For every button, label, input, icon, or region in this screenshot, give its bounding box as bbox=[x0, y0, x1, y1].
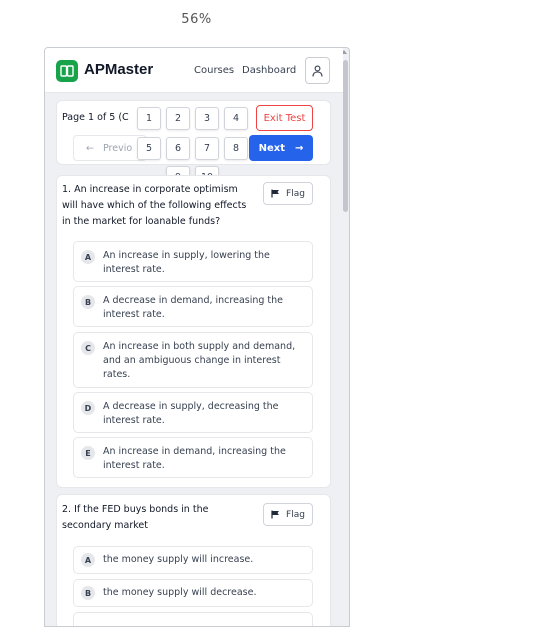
option-q1-a[interactable]: A An increase in supply, lowering the in… bbox=[73, 241, 313, 282]
option-letter: A bbox=[81, 553, 95, 567]
user-menu-button[interactable] bbox=[305, 57, 330, 84]
brand-name[interactable]: APMaster bbox=[84, 61, 153, 78]
next-button[interactable]: Next → bbox=[249, 135, 313, 161]
option-q1-d[interactable]: D A decrease in supply, decreasing the i… bbox=[73, 392, 313, 433]
option-letter: A bbox=[81, 250, 95, 264]
option-q1-e[interactable]: E An increase in demand, increasing the … bbox=[73, 437, 313, 478]
app-header: APMaster Courses Dashboard bbox=[45, 48, 343, 93]
option-letter: E bbox=[81, 446, 95, 460]
flag-icon bbox=[271, 189, 280, 198]
option-text: An increase in both supply and demand, a… bbox=[103, 341, 296, 380]
flag-icon bbox=[271, 510, 280, 519]
page-button-1[interactable]: 1 bbox=[137, 107, 161, 130]
option-letter: B bbox=[81, 295, 95, 309]
page-button-8[interactable]: 8 bbox=[224, 137, 248, 160]
option-text: An increase in supply, lowering the inte… bbox=[103, 250, 270, 275]
arrow-left-icon: ← bbox=[86, 142, 94, 154]
flag-label: Flag bbox=[286, 188, 305, 199]
browser-viewport: APMaster Courses Dashboard Page 1 of 5 (… bbox=[44, 47, 350, 627]
option-letter: D bbox=[81, 401, 95, 415]
user-icon bbox=[312, 65, 323, 77]
question-text-1: 1. An increase in corporate optimism wil… bbox=[62, 184, 247, 227]
option-text: the money supply will decrease. bbox=[103, 587, 257, 598]
flag-button-q2[interactable]: Flag bbox=[263, 503, 313, 526]
flag-button-q1[interactable]: Flag bbox=[263, 182, 313, 205]
option-q2-c[interactable] bbox=[73, 612, 313, 626]
previous-label: Previo bbox=[102, 142, 133, 154]
option-text: A decrease in supply, decreasing the int… bbox=[103, 401, 279, 426]
nav-dashboard-link[interactable]: Dashboard bbox=[242, 65, 296, 76]
option-letter: C bbox=[81, 341, 95, 355]
exit-test-button[interactable]: Exit Test bbox=[256, 105, 313, 131]
page-button-4[interactable]: 4 bbox=[224, 107, 248, 130]
page-button-6[interactable]: 6 bbox=[166, 137, 190, 160]
next-label: Next bbox=[258, 142, 285, 154]
zoom-level: 56% bbox=[181, 12, 212, 27]
option-q1-b[interactable]: B A decrease in demand, increasing the i… bbox=[73, 286, 313, 327]
book-open-icon[interactable] bbox=[56, 60, 78, 82]
option-text: the money supply will increase. bbox=[103, 554, 254, 565]
flag-label: Flag bbox=[286, 509, 305, 520]
page-indicator: Page 1 of 5 (C bbox=[62, 112, 129, 123]
page-button-7[interactable]: 7 bbox=[195, 137, 219, 160]
scrollbar-thumb[interactable] bbox=[343, 60, 348, 212]
option-q2-a[interactable]: A the money supply will increase. bbox=[73, 546, 313, 574]
previous-button[interactable]: ← Previo bbox=[73, 135, 147, 161]
option-letter: B bbox=[81, 586, 95, 600]
question-text-2: 2. If the FED buys bonds in the secondar… bbox=[62, 504, 209, 531]
arrow-right-icon: → bbox=[295, 142, 304, 154]
option-q1-c[interactable]: C An increase in both supply and demand,… bbox=[73, 332, 313, 388]
nav-courses-link[interactable]: Courses bbox=[194, 65, 234, 76]
page-button-5[interactable]: 5 bbox=[137, 137, 161, 160]
page-button-3[interactable]: 3 bbox=[195, 107, 219, 130]
option-text: An increase in demand, increasing the in… bbox=[103, 446, 286, 471]
option-q2-b[interactable]: B the money supply will decrease. bbox=[73, 579, 313, 607]
option-text: A decrease in demand, increasing the int… bbox=[103, 295, 284, 320]
page-button-2[interactable]: 2 bbox=[166, 107, 190, 130]
